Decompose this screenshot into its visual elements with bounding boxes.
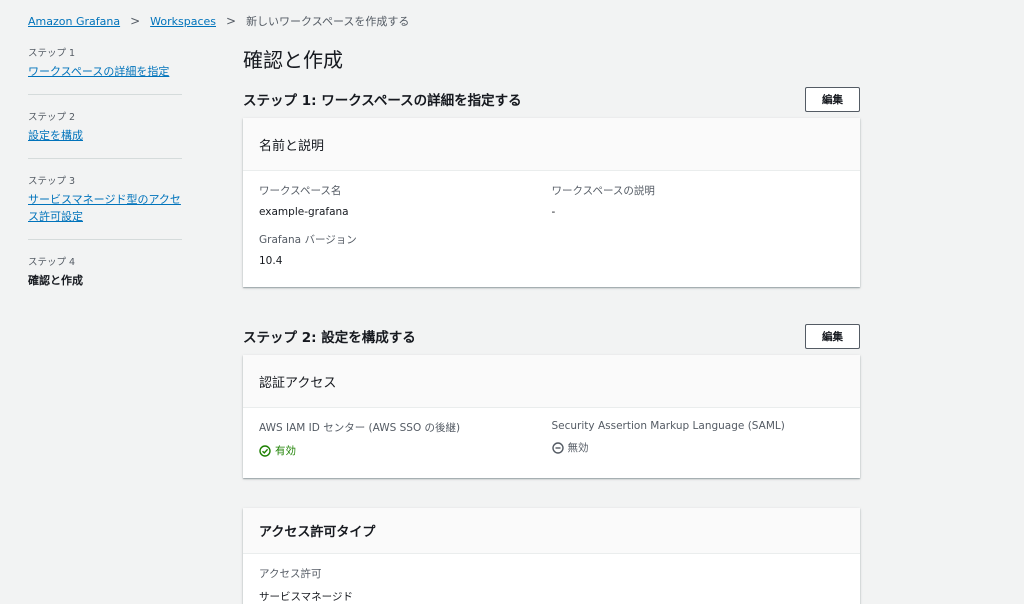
wizard-step-4: ステップ 4 確認と作成 <box>28 252 182 302</box>
status-text: 無効 <box>567 442 589 454</box>
card-title: アクセス許可タイプ <box>243 508 860 554</box>
card-title: 名前と説明 <box>243 118 860 171</box>
workspace-name-field: ワークスペース名 example-grafana <box>259 183 552 218</box>
wizard-steps-nav: ステップ 1 ワークスペースの詳細を指定 ステップ 2 設定を構成 ステップ 3… <box>28 43 182 314</box>
wizard-step-3: ステップ 3 サービスマネージド型のアクセス許可設定 <box>28 171 182 240</box>
field-label: AWS IAM ID センター (AWS SSO の後継) <box>259 422 461 434</box>
field-label: アクセス許可 <box>259 568 322 580</box>
permission-type-card: アクセス許可タイプ アクセス許可 サービスマネージド <box>243 508 860 604</box>
wizard-step-1: ステップ 1 ワークスペースの詳細を指定 <box>28 43 182 95</box>
wizard-step-2: ステップ 2 設定を構成 <box>28 107 182 159</box>
field-label: Grafana バージョン <box>259 234 357 246</box>
section-step1-title: ステップ 1: ワークスペースの詳細を指定する <box>243 93 522 109</box>
step-current-review: 確認と作成 <box>28 274 83 287</box>
field-value: サービスマネージド <box>259 591 353 603</box>
chevron-right-icon: > <box>130 14 141 28</box>
page-title: 確認と作成 <box>243 48 343 72</box>
breadcrumb-current: 新しいワークスペースを作成する <box>246 15 410 28</box>
step-link-permissions[interactable]: サービスマネージド型のアクセス許可設定 <box>28 191 182 225</box>
status-text: 有効 <box>275 445 296 457</box>
step-link-configure[interactable]: 設定を構成 <box>28 127 182 144</box>
grafana-version-field: Grafana バージョン 10.4 <box>259 232 559 267</box>
field-value: example-grafana <box>259 206 349 218</box>
breadcrumb-workspaces[interactable]: Workspaces <box>150 15 216 28</box>
status-enabled: 有効 <box>259 443 552 458</box>
step-number: ステップ 2 <box>28 112 76 123</box>
section-step2-header: ステップ 2: 設定を構成する 編集 <box>243 321 860 351</box>
section-step1-header: ステップ 1: ワークスペースの詳細を指定する 編集 <box>243 84 860 114</box>
name-description-card: 名前と説明 ワークスペース名 example-grafana ワークスペースの説… <box>243 118 860 287</box>
workspace-description-field: ワークスペースの説明 - <box>552 183 845 218</box>
card-title: 認証アクセス <box>243 355 860 408</box>
iam-identity-center-field: AWS IAM ID センター (AWS SSO の後継) 有効 <box>259 420 552 458</box>
main-content: 確認と作成 ステップ 1: ワークスペースの詳細を指定する 編集 名前と説明 ワ… <box>243 44 860 604</box>
saml-field: Security Assertion Markup Language (SAML… <box>552 420 845 458</box>
check-circle-icon <box>259 444 271 457</box>
field-label: ワークスペース名 <box>259 185 342 197</box>
breadcrumb: Amazon Grafana > Workspaces > 新しいワークスペース… <box>28 13 409 29</box>
section-step2-title: ステップ 2: 設定を構成する <box>243 330 416 346</box>
field-label: ワークスペースの説明 <box>551 185 655 197</box>
permission-field: アクセス許可 サービスマネージド <box>259 566 559 604</box>
step-number: ステップ 3 <box>28 176 76 187</box>
breadcrumb-amazon-grafana[interactable]: Amazon Grafana <box>28 15 120 28</box>
edit-step2-button[interactable]: 編集 <box>805 323 860 349</box>
auth-access-card: 認証アクセス AWS IAM ID センター (AWS SSO の後継) 有効 … <box>243 355 860 478</box>
step-number: ステップ 4 <box>28 257 76 268</box>
field-value: - <box>551 206 556 218</box>
field-label: Security Assertion Markup Language (SAML… <box>551 420 785 432</box>
status-disabled: 無効 <box>551 440 845 455</box>
chevron-right-icon: > <box>226 14 237 28</box>
step-link-details[interactable]: ワークスペースの詳細を指定 <box>28 63 182 80</box>
edit-step1-button[interactable]: 編集 <box>805 86 860 112</box>
step-number: ステップ 1 <box>28 48 76 59</box>
field-value: 10.4 <box>259 255 283 267</box>
minus-circle-icon <box>551 441 564 454</box>
